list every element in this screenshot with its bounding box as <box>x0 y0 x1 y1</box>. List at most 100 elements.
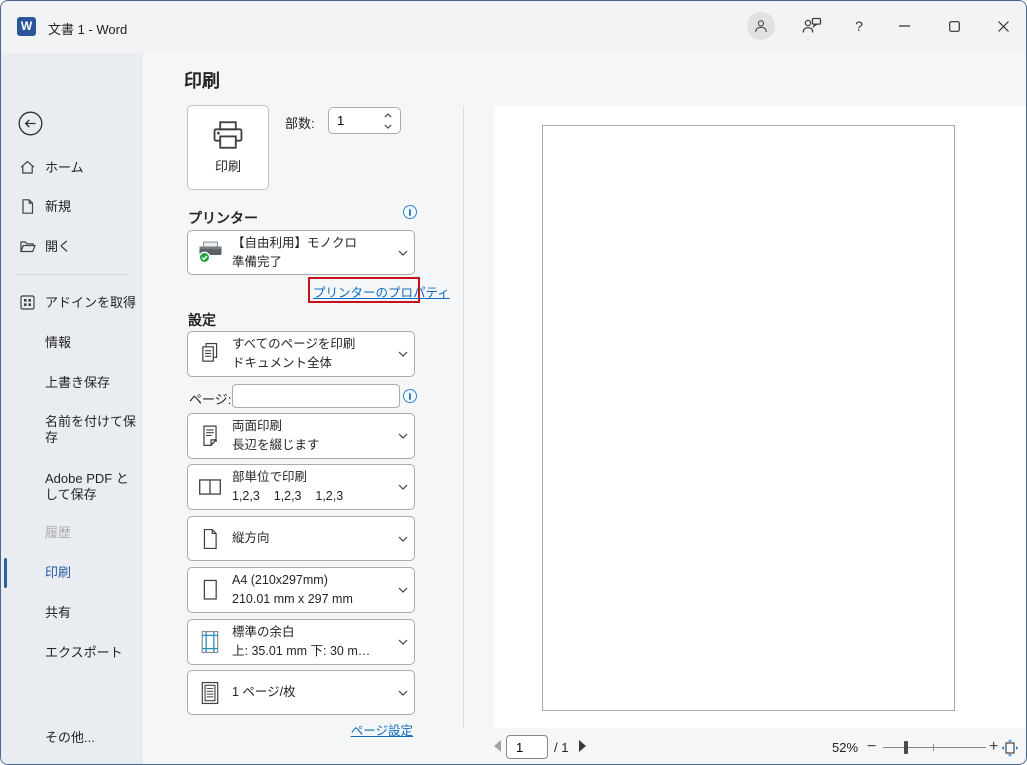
sidebar-item-export[interactable]: エクスポート <box>1 636 143 670</box>
dropdown-line1: 標準の余白 <box>232 623 392 642</box>
margins-dropdown[interactable]: 標準の余白 上: 35.01 mm 下: 30 m… <box>187 619 415 665</box>
new-document-icon <box>19 198 36 215</box>
dropdown-line2: 1,2,3 1,2,3 1,2,3 <box>232 487 392 506</box>
dropdown-line2: ドキュメント全体 <box>232 354 392 373</box>
sidebar-item-label: 情報 <box>45 335 71 350</box>
add-ins-grid-icon <box>19 294 36 311</box>
settings-section-heading: 設定 <box>188 310 216 330</box>
printer-name: 【自由利用】モノクロ <box>232 234 392 253</box>
page-title: 印刷 <box>184 67 220 93</box>
chevron-down-icon <box>384 124 392 129</box>
sidebar-item-save-as-adobe-pdf[interactable]: Adobe PDF として保存 <box>1 468 139 506</box>
feedback-button[interactable] <box>796 12 826 40</box>
sidebar-item-save[interactable]: 上書き保存 <box>1 366 143 400</box>
zoom-slider-thumb[interactable] <box>904 741 908 754</box>
minimize-button[interactable] <box>889 12 919 40</box>
preview-page <box>542 125 955 711</box>
previous-page-icon <box>491 739 503 753</box>
sidebar-item-label: 共有 <box>45 605 71 620</box>
sidebar-item-new[interactable]: 新規 <box>1 190 143 224</box>
collated-icon <box>197 477 223 497</box>
zoom-in-button[interactable]: + <box>989 738 998 756</box>
copies-stepper <box>328 107 401 134</box>
sidebar-item-history: 履歴 <box>1 516 143 550</box>
sidebar-item-label: 印刷 <box>45 565 71 580</box>
next-page-button[interactable] <box>577 739 591 757</box>
chevron-down-icon <box>398 587 408 593</box>
chevron-up-icon <box>384 113 392 118</box>
zoom-percentage: 52% <box>832 740 858 755</box>
dropdown-line1: 部単位で印刷 <box>232 468 392 487</box>
dropdown-line1: 1 ページ/枚 <box>232 683 392 702</box>
zoom-slider-track[interactable] <box>883 747 986 748</box>
sidebar-item-label: 名前を付けて保存 <box>45 414 136 445</box>
pages-label: ページ: <box>189 389 231 408</box>
printer-properties-link[interactable]: プリンターのプロパティ <box>313 282 450 301</box>
printer-dropdown[interactable]: 【自由利用】モノクロ 準備完了 <box>187 230 415 275</box>
word-window: W 文書 1 - Word ? <box>0 0 1027 765</box>
sidebar-item-more[interactable]: その他... <box>1 721 143 755</box>
printer-status-icon <box>197 241 224 264</box>
copies-label: 部数: <box>285 113 315 132</box>
pages-per-sheet-icon <box>199 680 221 706</box>
panel-divider <box>463 106 464 728</box>
printer-section-heading: プリンター <box>188 208 258 228</box>
print-button[interactable]: 印刷 <box>187 105 269 190</box>
sidebar-item-label: ホーム <box>45 160 84 175</box>
print-range-dropdown[interactable]: すべてのページを印刷 ドキュメント全体 <box>187 331 415 377</box>
current-page-input[interactable] <box>507 736 547 758</box>
zoom-to-page-button[interactable] <box>1001 739 1019 757</box>
collation-dropdown[interactable]: 部単位で印刷 1,2,3 1,2,3 1,2,3 <box>187 464 415 510</box>
previous-page-button[interactable] <box>491 739 505 757</box>
sidebar-item-share[interactable]: 共有 <box>1 596 143 630</box>
dropdown-line2: 長辺を綴じます <box>232 436 392 455</box>
sidebar-item-info[interactable]: 情報 <box>1 326 143 360</box>
printer-info-icon[interactable] <box>403 205 417 219</box>
duplex-print-icon <box>199 424 221 448</box>
sidebar-item-label: 履歴 <box>45 525 71 540</box>
page-setup-link[interactable]: ページ設定 <box>351 724 413 738</box>
duplex-dropdown[interactable]: 両面印刷 長辺を綴じます <box>187 413 415 459</box>
page-setup-link-wrap: ページ設定 <box>187 720 413 740</box>
home-icon <box>19 159 36 176</box>
print-all-pages-icon <box>199 341 221 367</box>
close-icon <box>998 21 1009 32</box>
back-arrow-icon <box>18 111 43 136</box>
dropdown-line2: 210.01 mm x 297 mm <box>232 590 392 609</box>
maximize-icon <box>949 21 960 32</box>
zoom-out-button[interactable]: − <box>867 738 876 756</box>
chevron-down-icon <box>398 690 408 696</box>
person-icon <box>752 17 770 35</box>
chevron-down-icon <box>398 433 408 439</box>
pages-range-input[interactable] <box>232 384 400 408</box>
paper-size-dropdown[interactable]: A4 (210x297mm) 210.01 mm x 297 mm <box>187 567 415 613</box>
close-button[interactable] <box>988 12 1018 40</box>
orientation-dropdown[interactable]: 縦方向 <box>187 516 415 561</box>
help-button[interactable]: ? <box>844 12 874 40</box>
sidebar-item-home[interactable]: ホーム <box>1 151 143 185</box>
sidebar-item-open[interactable]: 開く <box>1 230 143 264</box>
portrait-orientation-icon <box>200 527 220 551</box>
sidebar-item-print[interactable]: 印刷 <box>1 556 143 590</box>
backstage-sidebar: ホーム 新規 開く アドインを取得 <box>1 53 143 765</box>
pages-info-icon[interactable] <box>403 389 417 403</box>
back-button[interactable] <box>18 111 43 136</box>
maximize-button[interactable] <box>939 12 969 40</box>
sidebar-item-label: Adobe PDF として保存 <box>45 471 129 502</box>
minimize-icon <box>899 25 910 27</box>
print-button-label: 印刷 <box>215 156 241 175</box>
open-folder-icon <box>19 238 36 255</box>
pages-per-sheet-dropdown[interactable]: 1 ページ/枚 <box>187 670 415 715</box>
dropdown-line2: 上: 35.01 mm 下: 30 m… <box>232 642 392 661</box>
sidebar-item-get-addins[interactable]: アドインを取得 <box>1 286 143 320</box>
print-preview-panel <box>494 106 1026 728</box>
chevron-down-icon <box>398 351 408 357</box>
chevron-down-icon <box>398 639 408 645</box>
chevron-down-icon <box>398 484 408 490</box>
person-chat-icon <box>800 17 822 35</box>
copies-decrement-button[interactable] <box>381 120 395 132</box>
account-avatar[interactable] <box>747 12 775 40</box>
copies-input[interactable] <box>337 111 377 130</box>
word-logo-icon: W <box>17 17 36 36</box>
sidebar-item-save-as[interactable]: 名前を付けて保存 <box>1 411 139 449</box>
